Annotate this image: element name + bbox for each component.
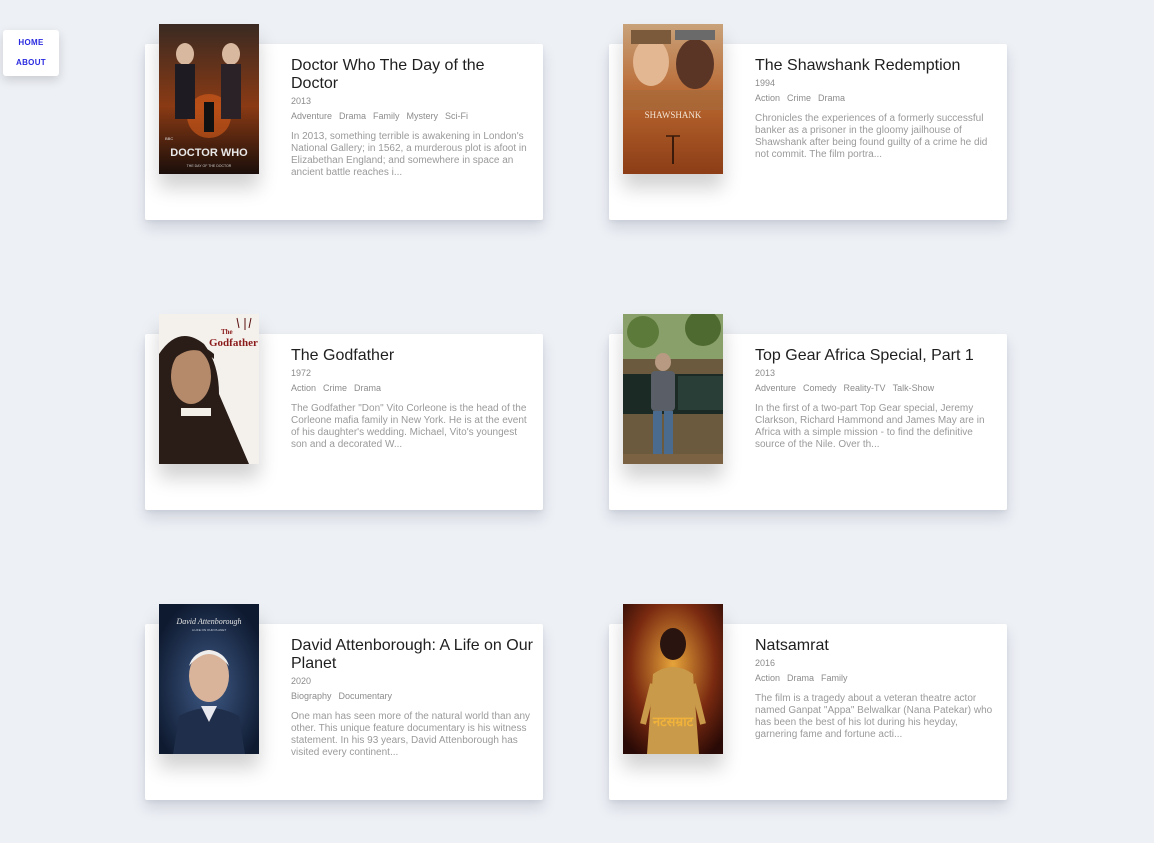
movie-year: 2013 [755,368,776,378]
movie-info: David Attenborough: A Life on Our Planet… [291,637,533,759]
poster-top-text: BBC [165,136,173,141]
movie-description: The film is a tragedy about a veteran th… [755,693,993,740]
genre-tag: Crime [323,383,348,393]
movie-title[interactable]: The Shawshank Redemption [755,57,997,75]
movie-title[interactable]: David Attenborough: A Life on Our Planet [291,637,533,673]
movie-title[interactable]: The Godfather [291,347,533,365]
movie-card[interactable]: David Attenborough A LIFE ON OUR PLANET … [145,604,543,800]
genre-tag: Biography [291,691,332,701]
movie-description: In 2013, something terrible is awakening… [291,131,527,178]
movie-year: 2020 [291,676,312,686]
genre-tag: Mystery [406,111,439,121]
movie-title[interactable]: Doctor Who The Day of the Doctor [291,57,533,93]
movie-year: 2016 [755,658,776,668]
movie-description: One man has seen more of the natural wor… [291,711,531,758]
movie-description: In the first of a two-part Top Gear spec… [755,403,985,450]
genre-tag: Drama [787,673,815,683]
movie-year: 2013 [291,96,312,106]
movie-info: The Shawshank Redemption 1994 Action Cri… [755,57,997,161]
genre-tag: Family [373,111,400,121]
genre-tag: Crime [787,93,812,103]
genre-tag: Drama [354,383,382,393]
movie-card[interactable]: Top Gear Africa Special, Part 1 2013 Adv… [609,314,1007,510]
genre-tag: Reality-TV [843,383,886,393]
movie-genres: Action Crime Drama [291,382,533,394]
genre-tag: Adventure [291,111,333,121]
poster-main-text: DOCTOR WHO [170,147,248,159]
nav-home-link[interactable]: HOME [18,39,43,47]
poster-small-text: The [221,328,233,336]
poster-sub-text: THE DAY OF THE DOCTOR [187,164,232,168]
movie-description: Chronicles the experiences of a formerly… [755,113,988,160]
movie-genres: Action Crime Drama [755,92,997,104]
movie-poster[interactable]: The Godfather [159,314,259,464]
movie-year: 1972 [291,368,312,378]
movie-info: Top Gear Africa Special, Part 1 2013 Adv… [755,347,997,451]
genre-tag: Family [821,673,848,683]
genre-tag: Comedy [803,383,837,393]
genre-tag: Sci-Fi [445,111,469,121]
genre-tag: Action [291,383,317,393]
movie-year: 1994 [755,78,776,88]
nav-menu: HOME ABOUT [3,30,59,76]
movie-info: Natsamrat 2016 Action Drama Family The f… [755,637,997,741]
genre-tag: Action [755,673,781,683]
movie-title[interactable]: Top Gear Africa Special, Part 1 [755,347,997,365]
genre-tag: Drama [339,111,367,121]
movie-info: The Godfather 1972 Action Crime Drama Th… [291,347,533,451]
poster-sub-text: A LIFE ON OUR PLANET [192,628,227,632]
movie-card[interactable]: The Godfather The Godfather 1972 Action … [145,314,543,510]
movie-genres: Adventure Drama Family Mystery Sci-Fi [291,110,533,122]
genre-tag: Talk-Show [892,383,935,393]
movie-info: Doctor Who The Day of the Doctor 2013 Ad… [291,57,533,179]
movie-poster[interactable]: David Attenborough A LIFE ON OUR PLANET [159,604,259,754]
movie-card[interactable]: नटसम्राट Natsamrat 2016 Action Drama Fam… [609,604,1007,800]
movie-poster[interactable] [623,314,723,464]
movie-title[interactable]: Natsamrat [755,637,997,655]
movie-poster[interactable]: BBC DOCTOR WHO THE DAY OF THE DOCTOR [159,24,259,174]
movie-card[interactable]: SHAWSHANK The Shawshank Redemption 1994 … [609,24,1007,220]
movie-genres: Adventure Comedy Reality-TV Talk-Show [755,382,997,394]
movie-description: The Godfather "Don" Vito Corleone is the… [291,403,527,450]
genre-tag: Action [755,93,781,103]
poster-main-text: Godfather [209,337,258,349]
genre-tag: Drama [818,93,846,103]
genre-tag: Documentary [338,691,393,701]
movie-poster[interactable]: नटसम्राट [623,604,723,754]
nav-about-link[interactable]: ABOUT [16,59,46,67]
poster-main-text: SHAWSHANK [645,110,702,120]
genre-tag: Adventure [755,383,797,393]
movie-poster[interactable]: SHAWSHANK [623,24,723,174]
movie-genres: Action Drama Family [755,672,997,684]
poster-main-text: नटसम्राट [652,715,694,730]
poster-main-text: David Attenborough [175,617,241,626]
movie-genres: Biography Documentary [291,690,533,702]
movie-card[interactable]: BBC DOCTOR WHO THE DAY OF THE DOCTOR Doc… [145,24,543,220]
